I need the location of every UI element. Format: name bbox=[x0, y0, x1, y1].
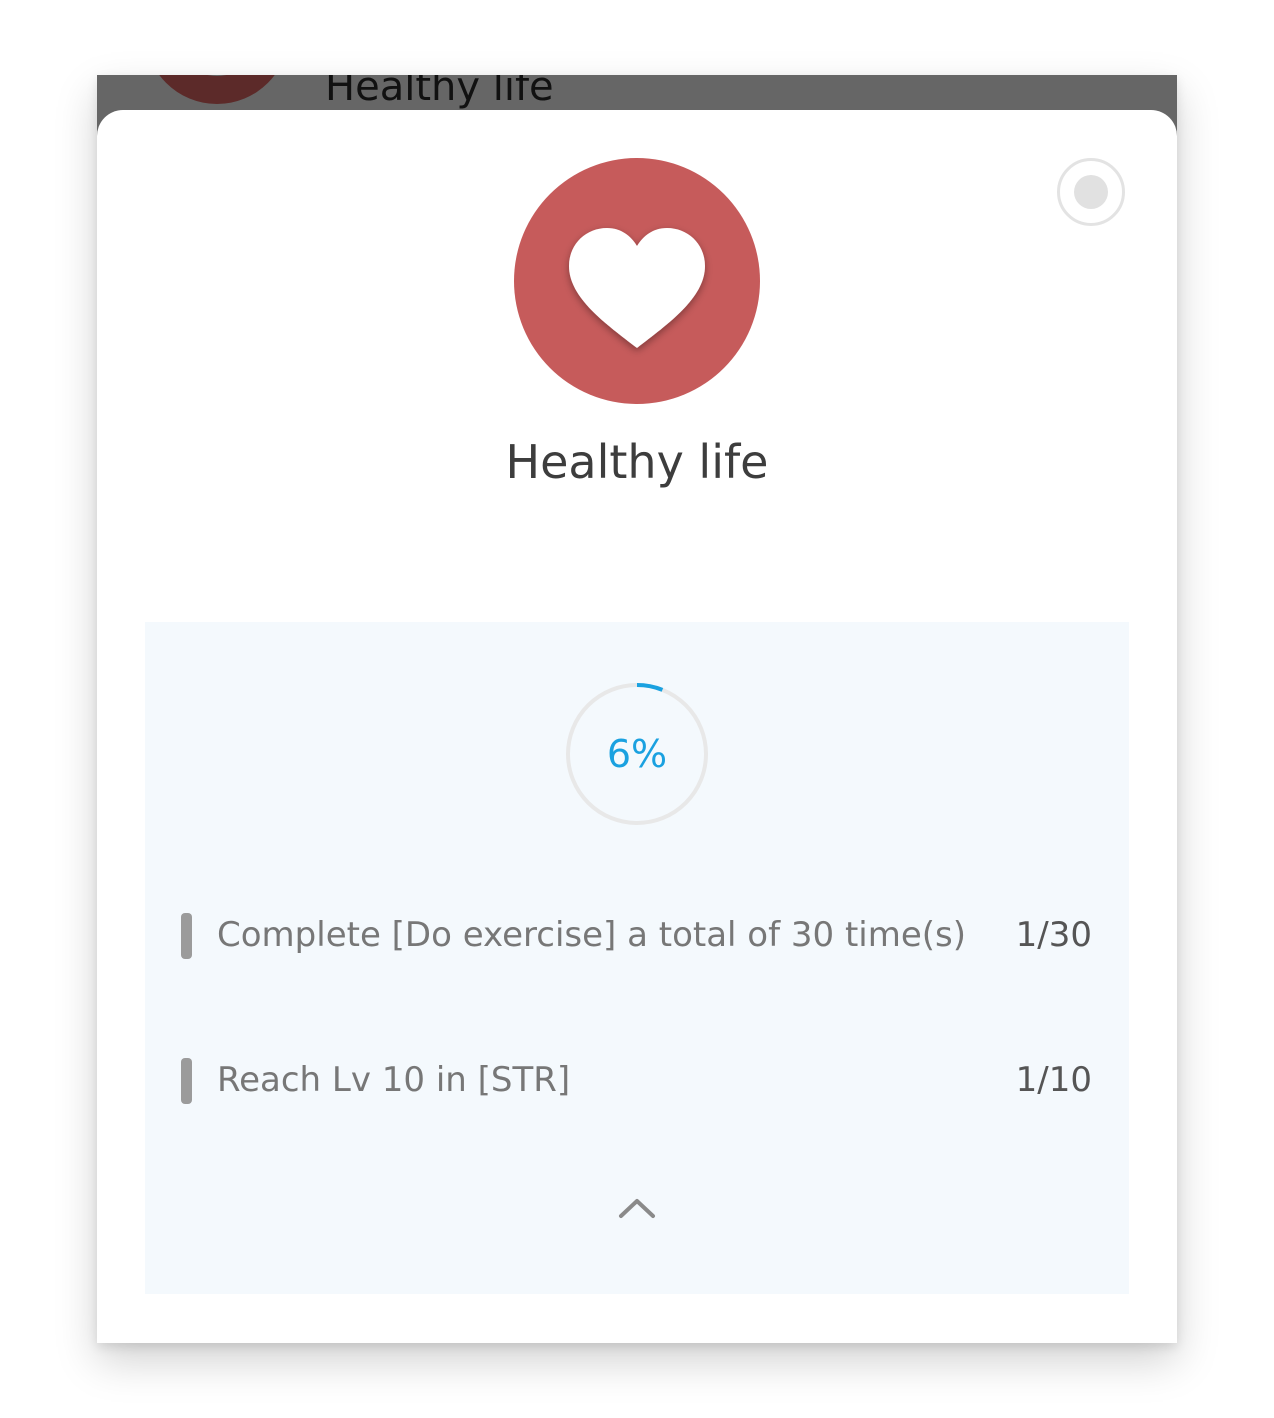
requirements-panel: 6% Complete [Do exercise] a total of 30 … bbox=[145, 622, 1129, 1294]
dialog-frame: Healthy life Healthy life 6% Complete [D… bbox=[97, 75, 1177, 1343]
achievement-title: Healthy life bbox=[505, 435, 769, 489]
task-row: Complete [Do exercise] a total of 30 tim… bbox=[181, 911, 1093, 959]
background-list-item: Healthy life bbox=[97, 75, 1177, 115]
task-marker bbox=[181, 913, 192, 959]
radio-button-icon bbox=[1074, 175, 1108, 209]
task-marker bbox=[181, 1058, 192, 1104]
achievement-sheet: Healthy life 6% Complete [Do exercise] a… bbox=[97, 110, 1177, 1343]
task-text: Reach Lv 10 in [STR] bbox=[217, 1060, 571, 1100]
task-row: Reach Lv 10 in [STR] 1/10 bbox=[181, 1056, 1093, 1104]
task-count: 1/30 bbox=[1015, 915, 1092, 955]
background-avatar bbox=[145, 75, 289, 104]
task-text: Complete [Do exercise] a total of 30 tim… bbox=[217, 915, 967, 955]
select-radio-button[interactable] bbox=[1057, 158, 1125, 226]
task-count: 1/10 bbox=[1015, 1060, 1092, 1100]
chevron-up-icon[interactable] bbox=[613, 1190, 661, 1226]
progress-percent: 6% bbox=[606, 732, 668, 776]
background-title: Healthy life bbox=[325, 75, 554, 110]
achievement-avatar bbox=[514, 158, 760, 404]
progress-ring: 6% bbox=[565, 682, 709, 826]
